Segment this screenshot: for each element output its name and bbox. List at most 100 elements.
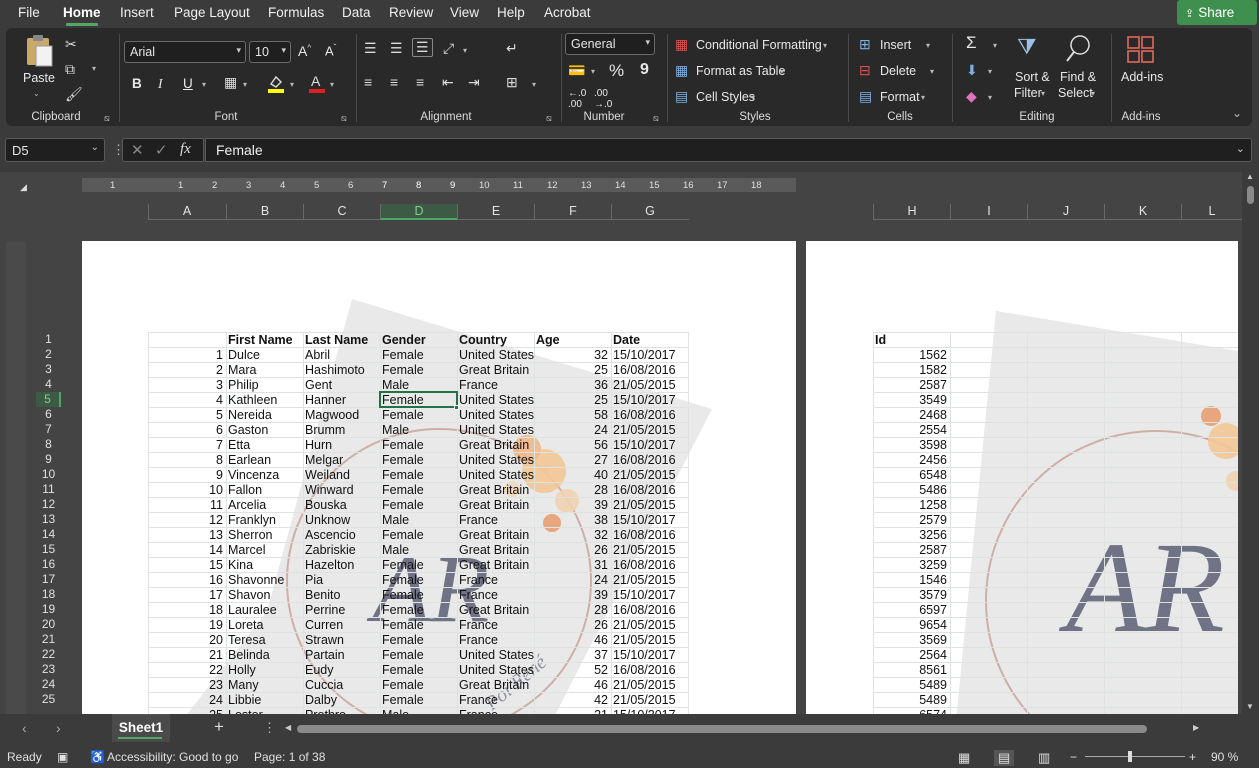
menu-acrobat[interactable]: Acrobat xyxy=(544,5,591,20)
decrease-indent-icon[interactable]: ⇤ xyxy=(442,74,454,91)
increase-decimal-icon[interactable]: ←.0.00 xyxy=(568,88,586,110)
cancel-icon[interactable]: ✕ xyxy=(131,141,144,159)
cell-age[interactable]: 24 xyxy=(534,423,608,438)
cell-age[interactable]: 46 xyxy=(534,633,608,648)
row-header[interactable]: 14 xyxy=(36,527,61,542)
cell-index[interactable]: 4 xyxy=(148,393,223,408)
cell[interactable]: Zabriskie xyxy=(305,543,356,558)
column-header-c[interactable]: C xyxy=(303,204,380,220)
cell-index[interactable]: 9 xyxy=(148,468,223,483)
number-format-select[interactable]: General ▾ xyxy=(565,33,655,55)
cell-id[interactable]: 2468 xyxy=(873,408,947,423)
menu-data[interactable]: Data xyxy=(342,5,371,20)
cell-id[interactable]: 1546 xyxy=(873,573,947,588)
cell[interactable]: Winward xyxy=(305,483,354,498)
cell-id[interactable]: 8561 xyxy=(873,663,947,678)
cell-index[interactable]: 2 xyxy=(148,363,223,378)
cell[interactable]: Holly xyxy=(228,663,256,678)
cell-date[interactable]: 15/10/2017 xyxy=(613,438,676,453)
cell[interactable]: Libbie xyxy=(228,693,261,708)
row-header[interactable]: 18 xyxy=(36,587,61,602)
cell-age[interactable]: 40 xyxy=(534,468,608,483)
sort-filter-label-2[interactable]: Filter xyxy=(1014,86,1042,100)
cell-id[interactable]: 3598 xyxy=(873,438,947,453)
cell-date[interactable]: 16/08/2016 xyxy=(613,558,676,573)
cell-index[interactable]: 6 xyxy=(148,423,223,438)
insert-function-icon[interactable]: fx xyxy=(180,141,191,158)
cell[interactable]: Vincenza xyxy=(228,468,279,483)
cell[interactable]: Great Britain xyxy=(459,678,529,693)
format-as-table-button[interactable]: Format as Table xyxy=(696,64,785,78)
cell-id[interactable]: 5486 xyxy=(873,483,947,498)
cell[interactable]: United States xyxy=(459,348,534,363)
cell-age[interactable]: 26 xyxy=(534,543,608,558)
find-select-icon[interactable] xyxy=(1065,34,1093,64)
cell-age[interactable]: 28 xyxy=(534,483,608,498)
row-header[interactable]: 19 xyxy=(36,602,61,617)
zoom-level[interactable]: 90 % xyxy=(1211,750,1238,764)
cell-index[interactable]: 15 xyxy=(148,558,223,573)
cell-index[interactable]: 20 xyxy=(148,633,223,648)
cell[interactable]: France xyxy=(459,618,498,633)
increase-font-icon[interactable]: A^ xyxy=(298,43,311,59)
cell-id[interactable]: 2456 xyxy=(873,453,947,468)
cell[interactable]: Arcelia xyxy=(228,498,266,513)
align-middle-icon[interactable]: ☰ xyxy=(390,40,403,57)
formula-input[interactable]: Female ⌄ xyxy=(205,138,1252,162)
cell[interactable]: Female xyxy=(382,363,424,378)
cell[interactable]: Female xyxy=(382,483,424,498)
name-box[interactable]: D5 ⌄ xyxy=(5,138,105,162)
selected-cell[interactable] xyxy=(379,391,458,408)
cell-date[interactable]: 15/10/2017 xyxy=(613,648,676,663)
row-header[interactable]: 12 xyxy=(36,497,61,512)
cell[interactable]: United States xyxy=(459,468,534,483)
cell[interactable]: Male xyxy=(382,513,409,528)
cell-age[interactable]: 39 xyxy=(534,588,608,603)
menu-home[interactable]: Home xyxy=(63,5,101,20)
cell-id[interactable]: 9654 xyxy=(873,618,947,633)
row-header[interactable]: 10 xyxy=(36,467,61,482)
align-right-icon[interactable]: ≡ xyxy=(416,74,424,90)
chevron-down-icon[interactable]: ▾ xyxy=(780,67,784,76)
cell-date[interactable]: 21/05/2015 xyxy=(613,498,676,513)
cell[interactable]: Male xyxy=(382,423,409,438)
add-ins-button[interactable]: Add-ins xyxy=(1121,70,1163,84)
menu-help[interactable]: Help xyxy=(497,5,525,20)
format-painter-icon[interactable]: 🖌 xyxy=(65,86,83,103)
cell[interactable]: France xyxy=(459,693,498,708)
cell[interactable]: France xyxy=(459,573,498,588)
paste-label[interactable]: Paste xyxy=(23,71,55,85)
cell-id[interactable]: 5489 xyxy=(873,678,947,693)
cell[interactable]: Female xyxy=(382,408,424,423)
cell-id[interactable]: 3579 xyxy=(873,588,947,603)
cell[interactable]: United States xyxy=(459,393,534,408)
cell-id[interactable]: 2587 xyxy=(873,378,947,393)
cell[interactable]: Hanner xyxy=(305,393,346,408)
row-header[interactable]: 13 xyxy=(36,512,61,527)
underline-dropdown-icon[interactable]: ▾ xyxy=(202,80,206,89)
add-ins-icon[interactable] xyxy=(1126,35,1156,65)
cell-date[interactable]: 21/05/2015 xyxy=(613,633,676,648)
cell[interactable]: Great Britain xyxy=(459,438,529,453)
cell[interactable]: Female xyxy=(382,648,424,663)
row-header[interactable]: 5 xyxy=(36,392,61,407)
column-header-e[interactable]: E xyxy=(457,204,534,220)
cell-date[interactable]: 15/10/2017 xyxy=(613,348,676,363)
cell-id[interactable]: 2564 xyxy=(873,648,947,663)
cell[interactable]: Melgar xyxy=(305,453,343,468)
cell[interactable]: Sherron xyxy=(228,528,272,543)
cell-age[interactable]: 36 xyxy=(534,378,608,393)
cell-id[interactable]: 6548 xyxy=(873,468,947,483)
cell[interactable]: Female xyxy=(382,618,424,633)
cell-index[interactable]: 7 xyxy=(148,438,223,453)
cell[interactable]: Teresa xyxy=(228,633,266,648)
cell-date[interactable]: 21/05/2015 xyxy=(613,693,676,708)
cell[interactable]: Female xyxy=(382,603,424,618)
cell-age[interactable]: 52 xyxy=(534,663,608,678)
cell-index[interactable]: 13 xyxy=(148,528,223,543)
chevron-down-icon[interactable]: ▾ xyxy=(823,41,827,50)
cell[interactable]: Kathleen xyxy=(228,393,277,408)
cell[interactable]: Pia xyxy=(305,573,323,588)
column-header-a[interactable]: A xyxy=(148,204,225,220)
cell-date[interactable]: 15/10/2017 xyxy=(613,513,676,528)
